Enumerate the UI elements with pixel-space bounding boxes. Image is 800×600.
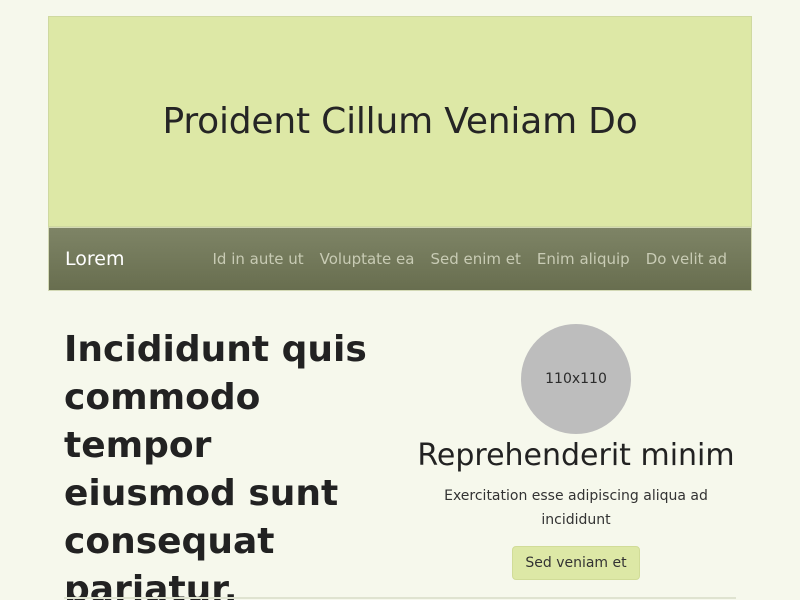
brand-link[interactable]: Lorem bbox=[65, 248, 124, 270]
nav-link-2[interactable]: Voluptate ea bbox=[312, 250, 423, 268]
main-headline: Incididunt quis commodo tempor eiusmod s… bbox=[64, 329, 367, 600]
page: Proident Cillum Veniam Do Lorem Id in au… bbox=[0, 0, 800, 600]
feature-card: 110x110 Reprehenderit minim Exercitation… bbox=[412, 324, 740, 580]
card-description: Exercitation esse adipiscing aliqua ad i… bbox=[444, 488, 708, 528]
hero-title: Proident Cillum Veniam Do bbox=[162, 101, 638, 142]
nav-links: Id in aute ut Voluptate ea Sed enim et E… bbox=[205, 250, 736, 268]
nav-link-5[interactable]: Do velit ad bbox=[638, 250, 735, 268]
card-button[interactable]: Sed veniam et bbox=[512, 546, 640, 580]
nav-link-3[interactable]: Sed enim et bbox=[422, 250, 528, 268]
card-title: Reprehenderit minim bbox=[417, 438, 735, 473]
image-placeholder: 110x110 bbox=[521, 324, 631, 434]
top-navbar: Lorem Id in aute ut Voluptate ea Sed eni… bbox=[48, 227, 752, 291]
section-divider bbox=[64, 597, 736, 599]
nav-link-1[interactable]: Id in aute ut bbox=[205, 250, 312, 268]
hero-banner: Proident Cillum Veniam Do bbox=[48, 16, 752, 227]
nav-link-4[interactable]: Enim aliquip bbox=[529, 250, 638, 268]
